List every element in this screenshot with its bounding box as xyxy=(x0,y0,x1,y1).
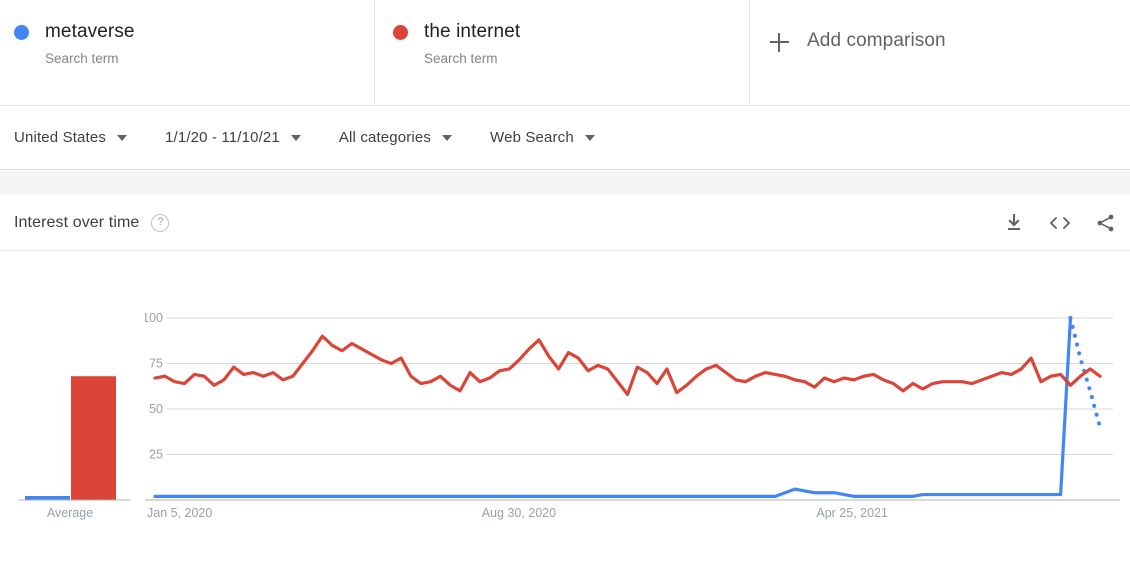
header-actions xyxy=(1004,213,1116,233)
search-type-filter[interactable]: Web Search xyxy=(490,129,595,146)
share-icon[interactable] xyxy=(1096,213,1116,233)
download-csv-icon[interactable] xyxy=(1004,213,1024,233)
term-header: the internet xyxy=(393,22,749,42)
embed-code-icon[interactable] xyxy=(1048,213,1072,233)
term-subtitle-1: Search term xyxy=(45,51,119,66)
chevron-down-icon xyxy=(290,134,301,141)
svg-text:Apr 25, 2021: Apr 25, 2021 xyxy=(816,506,888,520)
svg-text:Average: Average xyxy=(47,506,93,520)
location-filter[interactable]: United States xyxy=(14,129,128,146)
search-type-filter-label: Web Search xyxy=(490,129,574,146)
page-title: Interest over time xyxy=(14,213,140,231)
category-filter[interactable]: All categories xyxy=(338,129,453,146)
chevron-down-icon xyxy=(442,134,453,141)
svg-text:75: 75 xyxy=(149,357,163,371)
average-bar-chart: Average xyxy=(0,251,145,568)
search-term-card-1[interactable]: metaverse Search term xyxy=(0,0,375,105)
section-separator xyxy=(0,171,1130,195)
search-terms-row: metaverse Search term the internet Searc… xyxy=(0,0,1130,106)
search-term-card-2[interactable]: the internet Search term xyxy=(375,0,750,105)
chevron-down-icon xyxy=(584,134,595,141)
add-comparison-label: Add comparison xyxy=(807,30,946,51)
svg-text:25: 25 xyxy=(149,448,163,462)
legend-dot-red-icon xyxy=(393,24,408,40)
chevron-down-icon xyxy=(117,134,128,141)
term-subtitle-2: Search term xyxy=(424,51,498,66)
time-series-svg: 25 50 75 100 Jan 5, 2020 Aug 30, 2020 Apr 25, … xyxy=(145,311,1120,520)
location-filter-label: United States xyxy=(14,129,107,146)
average-bars-svg: Average xyxy=(18,376,130,520)
add-comparison-button[interactable]: Add comparison xyxy=(750,0,1130,105)
svg-text:100: 100 xyxy=(145,311,163,325)
svg-text:Jan 5, 2020: Jan 5, 2020 xyxy=(147,506,212,520)
legend-dot-blue-icon xyxy=(14,24,29,40)
date-range-filter[interactable]: 1/1/20 - 11/10/21 xyxy=(165,129,301,146)
chart-area: Average 25 50 75 100 Jan 5, 2020 Aug 30, 2020… xyxy=(0,251,1130,568)
term-name-2: the internet xyxy=(424,21,521,42)
help-icon[interactable]: ? xyxy=(151,213,170,232)
category-filter-label: All categories xyxy=(338,129,432,146)
date-range-filter-label: 1/1/20 - 11/10/21 xyxy=(165,129,280,146)
plus-icon xyxy=(770,33,789,52)
interest-over-time-header: Interest over time ? xyxy=(0,195,1130,251)
interest-over-time-chart[interactable]: 25 50 75 100 Jan 5, 2020 Aug 30, 2020 Apr 25, … xyxy=(145,251,1130,568)
svg-text:50: 50 xyxy=(149,402,163,416)
term-header: metaverse xyxy=(14,22,374,42)
svg-text:Aug 30, 2020: Aug 30, 2020 xyxy=(482,506,556,520)
filter-bar: United States 1/1/20 - 11/10/21 All cate… xyxy=(0,106,1130,170)
google-trends-page: metaverse Search term the internet Searc… xyxy=(0,0,1130,568)
term-name-1: metaverse xyxy=(45,21,135,42)
